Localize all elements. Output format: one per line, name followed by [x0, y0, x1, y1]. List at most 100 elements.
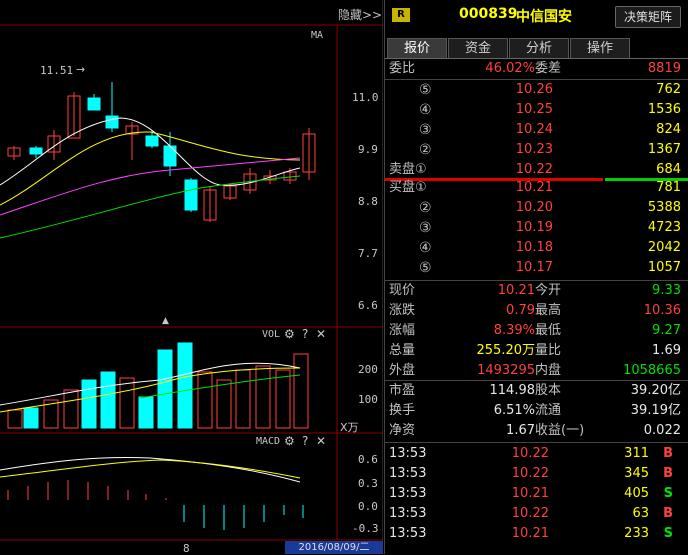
rzrq-badge: R [392, 8, 410, 22]
tab-analysis[interactable]: 分析 [509, 38, 569, 59]
ask-volume: 824 [656, 122, 681, 137]
candle-body [184, 179, 198, 211]
weicha-label: 委差 [535, 61, 562, 76]
weibi-row: 委比 46.02% 委差 8819 [385, 59, 688, 79]
ask-price: 10.26 [515, 82, 553, 97]
stat-row: 涨跌 0.79 最高 10.36 [385, 301, 688, 321]
ma-label: MA [311, 30, 324, 41]
tick-side: S [663, 486, 673, 501]
stat-value: 0.79 [506, 303, 535, 318]
fund-label: 股本 [535, 383, 562, 398]
tick-time: 13:53 [389, 466, 427, 481]
scroll-up-icon[interactable]: ▲ [162, 316, 169, 326]
bid-level: ⑤ [419, 260, 432, 276]
volume-bar [177, 342, 193, 429]
ask-row: ④ 10.25 1536 [385, 100, 688, 120]
tab-funds[interactable]: 资金 [448, 38, 508, 59]
stat-value: 1.69 [652, 343, 681, 358]
bid-row: ⑤ 10.17 1057 [385, 258, 688, 278]
bid-volume: 781 [656, 180, 681, 195]
candle-body [145, 135, 159, 147]
stat-label: 最低 [535, 323, 562, 338]
stat-value: 8.39% [493, 323, 535, 338]
volume-bar [100, 371, 116, 429]
ma20-line [0, 157, 301, 216]
vol-settings-icon[interactable]: ⚙ [284, 327, 295, 341]
ask-level: ④ [419, 102, 432, 118]
stat-value: 1058665 [623, 363, 681, 378]
kline-chart-area[interactable]: 隐藏>> MA 11.51 → 11.0 9.9 8.8 7.7 6.6 ▲ V… [0, 0, 383, 555]
bid-row: ④ 10.18 2042 [385, 238, 688, 258]
stat-label: 内盘 [535, 363, 562, 378]
hide-panel-button[interactable]: 隐藏>> [338, 6, 382, 23]
ask-row: ② 10.23 1367 [385, 140, 688, 160]
price-tick-1: 9.9 [358, 143, 378, 156]
fund-label: 换手 [389, 403, 416, 418]
tick-row[interactable]: 13:53 10.22 345 B [385, 464, 688, 484]
fund-value: 114.98 [489, 383, 536, 398]
tick-row[interactable]: 13:53 10.21 233 S [385, 524, 688, 544]
bid-volume: 5388 [647, 200, 681, 215]
candle-body [105, 115, 119, 129]
price-tick-0: 11.0 [352, 91, 379, 104]
volume-bar [235, 369, 251, 429]
tick-side: B [663, 446, 673, 461]
macd-tick-3: -0.3 [352, 522, 379, 535]
stat-label: 涨幅 [389, 323, 416, 338]
bid-row: ③ 10.19 4723 [385, 218, 688, 238]
volume-bar [275, 369, 291, 429]
ask-row: ③ 10.24 824 [385, 120, 688, 140]
tick-volume: 63 [632, 506, 649, 521]
tab-quote[interactable]: 报价 [387, 38, 447, 59]
fund-value: 1.67 [506, 423, 535, 438]
macd-settings-icon[interactable]: ⚙ [284, 434, 295, 448]
macd-tick-1: 0.3 [358, 477, 378, 490]
cursor-date-label: 2016/08/09/二 [285, 541, 383, 554]
ma5-line [0, 117, 301, 186]
fund-row: 换手 6.51% 流通 39.19亿 [385, 401, 688, 421]
bid-price: 10.17 [515, 260, 553, 275]
ask-price: 10.25 [515, 102, 553, 117]
volume-bar [7, 409, 23, 429]
tick-price: 10.22 [511, 446, 549, 461]
fund-row: 净资 1.67 收益(一) 0.022 [385, 421, 688, 441]
bid-row: 买盘① 10.21 781 [385, 178, 688, 198]
stat-label: 外盘 [389, 363, 416, 378]
tick-volume: 233 [624, 526, 649, 541]
tick-row[interactable]: 13:53 10.21 405 S [385, 484, 688, 504]
tick-time: 13:53 [389, 486, 427, 501]
candle-body [29, 147, 43, 155]
macd-close-icon[interactable]: ✕ [316, 434, 326, 448]
tick-time: 13:53 [389, 526, 427, 541]
fund-value: 6.51% [493, 403, 535, 418]
bid-price: 10.19 [515, 220, 553, 235]
kline-svg[interactable] [0, 0, 383, 554]
tick-side: B [663, 466, 673, 481]
stat-value: 255.20万 [476, 343, 536, 358]
tick-row[interactable]: 13:53 10.22 63 B [385, 504, 688, 524]
volume-bar [197, 371, 213, 429]
macd-help-icon[interactable]: ? [302, 434, 308, 448]
bid-row: ② 10.20 5388 [385, 198, 688, 218]
tab-trade[interactable]: 操作 [570, 38, 630, 59]
vol-close-icon[interactable]: ✕ [316, 327, 326, 341]
stat-label: 现价 [389, 283, 416, 298]
decision-matrix-button[interactable]: 决策矩阵 [615, 6, 681, 28]
ask-volume: 762 [656, 82, 681, 97]
fund-label: 净资 [389, 423, 416, 438]
tick-volume: 345 [624, 466, 649, 481]
bid-price: 10.21 [515, 180, 553, 195]
volume-bar [157, 349, 173, 429]
macd-tick-0: 0.6 [358, 453, 378, 466]
volume-bars [0, 342, 309, 429]
fund-value: 39.19亿 [630, 403, 681, 418]
stat-label: 今开 [535, 283, 562, 298]
vol-tick-1: 100 [358, 393, 378, 406]
tick-volume: 405 [624, 486, 649, 501]
stat-label: 量比 [535, 343, 562, 358]
fund-label: 流通 [535, 403, 562, 418]
stat-value: 10.36 [643, 303, 681, 318]
tick-row[interactable]: 13:53 10.22 311 B [385, 444, 688, 464]
bid-level: ③ [419, 220, 432, 236]
vol-help-icon[interactable]: ? [302, 327, 308, 341]
